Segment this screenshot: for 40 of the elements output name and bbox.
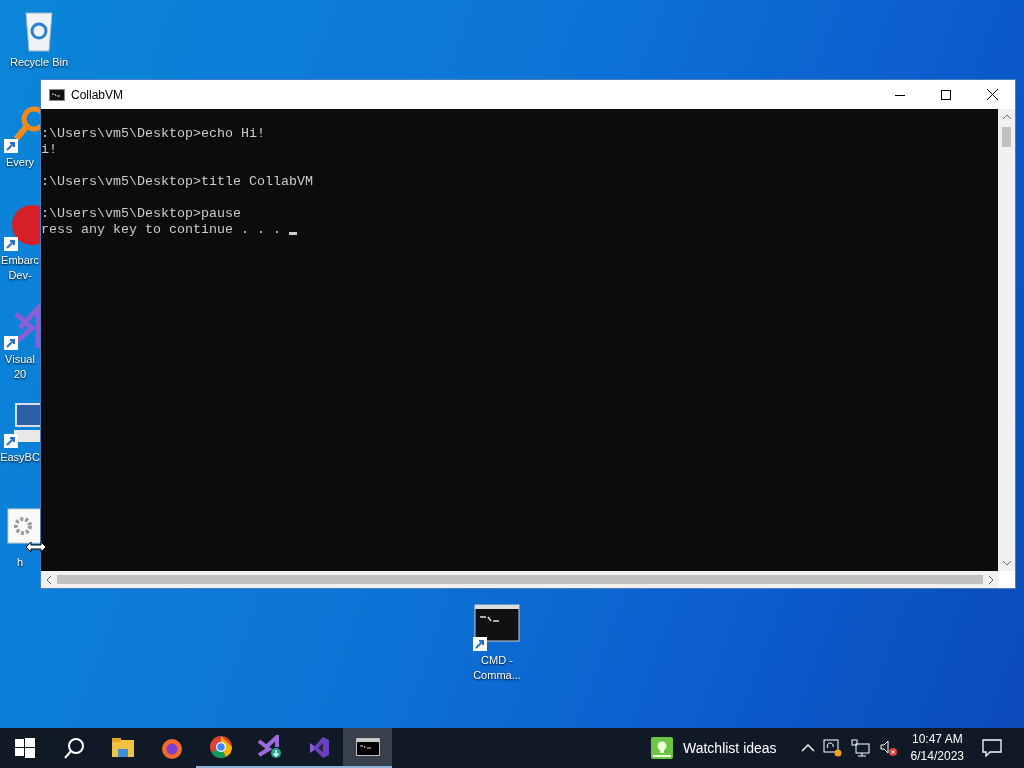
scrollbar-thumb[interactable] xyxy=(1002,127,1011,147)
installer-icon xyxy=(256,735,283,759)
speech-bubble-icon[interactable] xyxy=(982,739,1002,757)
console-line: i! xyxy=(41,142,57,158)
console-line: ress any key to continue . . . xyxy=(41,222,282,238)
folder-icon xyxy=(110,737,135,759)
network-icon[interactable] xyxy=(850,739,871,757)
icon-label: EasyBC xyxy=(0,450,40,465)
close-icon xyxy=(986,89,998,100)
maximize-icon xyxy=(941,89,951,100)
browser-icon xyxy=(208,735,233,759)
icon-label: Visual xyxy=(5,352,35,367)
window-title: CollabVM xyxy=(71,87,124,102)
windows-logo-icon xyxy=(14,738,35,758)
terminal-icon xyxy=(355,737,380,757)
chevron-up-icon[interactable] xyxy=(800,743,815,753)
icon-label: Recycle Bin xyxy=(9,55,69,70)
horizontal-scrollbar[interactable] xyxy=(41,571,999,588)
console-line: :\Users\vm5\Desktop>echo Hi! xyxy=(41,126,265,142)
icon-label: h xyxy=(16,555,24,570)
taskbar-app[interactable] xyxy=(343,728,392,768)
bulb-icon xyxy=(651,737,673,759)
search-icon xyxy=(61,736,86,760)
scrollbar-thumb[interactable] xyxy=(57,575,983,584)
icon-label: 20 xyxy=(13,367,27,382)
display-icon[interactable] xyxy=(822,739,843,757)
notification-item[interactable]: Watchlist ideas xyxy=(651,737,777,759)
vertical-scrollbar[interactable] xyxy=(998,109,1015,571)
terminal-icon xyxy=(49,88,65,101)
icon-label: CMD - xyxy=(481,653,513,668)
text-cursor xyxy=(288,232,297,235)
clock[interactable]: 10:47 AM 6/14/2023 xyxy=(910,731,964,765)
console-line: :\Users\vm5\Desktop>title CollabVM xyxy=(41,174,313,190)
icon-label: Embarc xyxy=(1,253,39,268)
console-line: :\Users\vm5\Desktop>pause xyxy=(41,206,241,222)
volume-muted-icon[interactable] xyxy=(878,739,899,757)
icon-label: Dev- xyxy=(8,268,32,283)
icon-label: Every xyxy=(5,155,35,170)
icon-label: Comma... xyxy=(473,668,521,683)
browser-icon xyxy=(159,736,184,760)
